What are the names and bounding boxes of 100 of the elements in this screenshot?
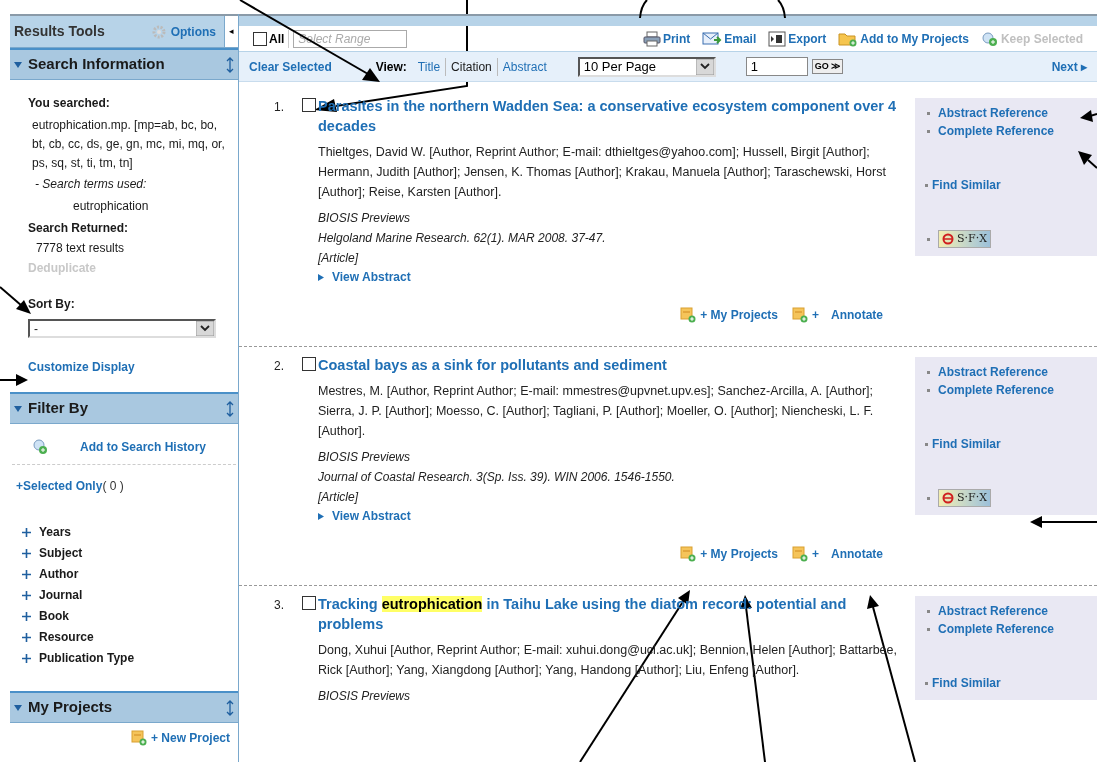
new-project-link[interactable]: + New Project [150,729,230,747]
facet-label[interactable]: Publication Type [39,649,135,667]
document-type: [Article] [318,250,360,267]
reference-link[interactable]: Abstract Reference [938,104,1049,122]
annotation-arrow [1080,110,1097,122]
facet-label[interactable]: Years [39,523,72,541]
folder-add-icon[interactable] [838,30,859,47]
view-abstract-link[interactable]: View Abstract [332,268,411,286]
view-abstract-link[interactable]: View Abstract [332,507,411,525]
reference-link[interactable]: Complete Reference [938,122,1055,140]
find-similar-link[interactable]: Find Similar [932,176,1001,194]
annotation-arrow [1078,151,1097,169]
find-similar-link[interactable]: Find Similar [932,435,1001,453]
reference-link[interactable]: Complete Reference [938,381,1055,399]
section-header[interactable]: Search Information [10,48,238,80]
bullet-icon [925,183,928,187]
plus-icon[interactable] [22,569,31,579]
toolbar-action[interactable]: Add to My Projects [860,29,969,48]
plus-icon[interactable] [22,632,31,642]
bullet-icon [927,627,930,631]
go-button[interactable]: GO ≫ [811,59,844,74]
note-add-icon[interactable] [130,730,147,746]
annotate-plus[interactable]: + [812,306,819,324]
customize-display-link[interactable]: Customize Display [28,358,230,376]
export-icon[interactable] [768,30,787,47]
panel-title: Results Tools [13,22,106,41]
selected-count: ( 0 ) [102,478,124,495]
plus-icon[interactable] [22,653,31,663]
note-add-icon[interactable] [680,307,697,323]
toolbar-action[interactable]: Email [724,29,757,48]
resize-icon[interactable] [226,400,234,417]
result-title-link[interactable]: Coastal bays as a sink for pollutants and sediment [318,355,667,375]
note-add-icon[interactable] [792,546,808,562]
annotate-link[interactable]: Annotate [831,306,883,324]
add-to-search-history-link[interactable]: Add to Search History [80,438,207,456]
toolbar-action[interactable]: Export [788,29,827,48]
field-label: You searched: [28,95,111,112]
printer-icon[interactable] [642,30,661,47]
collapse-button[interactable]: ◂ [224,16,238,47]
bullet-icon [927,237,930,241]
note-add-icon[interactable] [680,546,697,562]
sfx-button[interactable]: S·F·X [938,489,991,507]
document-type: [Article] [318,489,360,506]
selected-only-link[interactable]: +Selected Only [16,477,103,495]
magnifier-plus-icon[interactable] [980,30,999,47]
facet-label[interactable]: Resource [39,628,94,646]
plus-icon[interactable] [22,590,31,600]
toolbar-action[interactable]: Print [662,29,691,48]
reference-link[interactable]: Abstract Reference [938,363,1049,381]
clear-selected-link[interactable]: Clear Selected [249,57,332,76]
page-number-field[interactable]: 1 [745,57,808,76]
source-citation: Journal of Coastal Research. 3(Sp. Iss. 39). WIN 2006. 1546-1550. [318,469,676,486]
result-authors: Thieltges, David W. [Author, Reprint Author; E-mail: dthieltges@yahoo.com]; Hussell, Birgit [Author]; Hermann, Judith [Author]; Jensen, K. Thomas [Author]; Krakau, Manuela [Author]; Taraschewski, Horst [Author]; Reise, Karsten [Author]. [318,144,887,201]
view-tab[interactable]: Citation [445,57,497,76]
sfx-button[interactable]: S·F·X [938,230,991,248]
bullet-icon [925,681,928,685]
bullet-icon [927,388,930,392]
expand-icon[interactable] [318,512,324,520]
view-tab[interactable]: Abstract [496,57,552,76]
bullet-icon [925,442,928,446]
reference-link[interactable]: Complete Reference [938,620,1055,638]
facet-label[interactable]: Book [39,607,69,625]
select-all-label[interactable]: All [269,29,290,48]
facet-label[interactable]: Subject [39,544,83,562]
options-link[interactable]: Options [170,22,216,41]
my-projects-link[interactable]: + My Projects [700,545,778,563]
per-page-select[interactable]: 10 Per Page [577,56,716,77]
resize-icon[interactable] [226,56,234,73]
envelope-icon[interactable] [702,30,723,47]
dropdown-icon [196,321,214,336]
find-similar-link[interactable]: Find Similar [932,674,1001,692]
result-checkbox[interactable] [302,596,316,610]
select-all-checkbox[interactable] [253,31,267,46]
section-header[interactable]: My Projects [10,691,238,723]
magnifier-plus-icon[interactable] [32,439,50,455]
section-header[interactable]: Filter By [10,392,238,424]
annotation-arrow [1030,516,1097,528]
view-tab[interactable]: Title [412,57,446,76]
my-projects-link[interactable]: + My Projects [700,306,778,324]
plus-icon[interactable] [22,527,31,537]
expand-icon[interactable] [318,273,324,281]
facet-label[interactable]: Journal [39,586,83,604]
bullet-icon [927,370,930,374]
result-authors: Mestres, M. [Author, Reprint Author; E-mail: mmestres@upvnet.upv.es]; Sanchez-Arcilla, A. [Author]; Sierra, J. P. [Author]; Moesso, C. [Author]; Tagliani, P. [Author]; Moeller, O. [Author]; Niencheski, L. F. [Author]. [318,383,875,440]
sort-select[interactable]: - [28,319,216,338]
result-checkbox[interactable] [302,357,316,371]
result-checkbox[interactable] [302,98,316,112]
annotate-link[interactable]: Annotate [831,545,883,563]
plus-icon[interactable] [22,611,31,621]
bullet-icon [927,111,930,115]
resize-icon[interactable] [226,699,234,716]
reference-link[interactable]: Abstract Reference [938,602,1049,620]
source-citation: Helgoland Marine Research. 62(1). MAR 2008. 37-47. [318,230,607,247]
database-name: BIOSIS Previews [318,449,412,466]
note-add-icon[interactable] [792,307,808,323]
facet-label[interactable]: Author [39,565,79,583]
next-link[interactable]: Next ▸ [1051,57,1087,76]
annotate-plus[interactable]: + [812,545,819,563]
plus-icon[interactable] [22,548,31,558]
bullet-icon [927,609,930,613]
